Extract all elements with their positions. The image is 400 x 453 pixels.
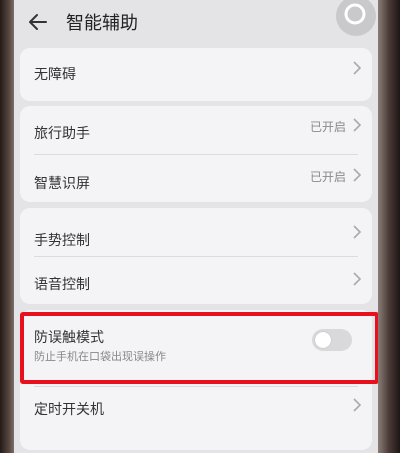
header: 智能辅助 [14,0,380,46]
highlight-box [20,312,379,384]
card-assist: 旅行助手 已开启 智慧识屏 已开启 [20,106,372,202]
item-status: 已开启 [309,120,346,134]
chevron-right-icon [353,398,362,412]
item-status: 已开启 [309,170,346,184]
chevron-right-icon [353,225,362,239]
list-item-gesture-control[interactable]: 手势控制 [20,208,372,256]
back-arrow-icon[interactable] [26,10,50,34]
item-label: 智慧识屏 [34,176,90,192]
chevron-right-icon [353,272,362,286]
chevron-right-icon [353,168,362,182]
list-item-scheduled-power[interactable]: 定时开关机 [20,386,372,434]
list-item-smart-screen[interactable]: 智慧识屏 已开启 [20,154,372,202]
device-bezel-right [378,0,400,453]
page-title: 智能辅助 [66,13,138,34]
item-label: 语音控制 [34,277,90,293]
list-item-accessibility[interactable]: 无障碍 [20,48,372,101]
card-accessibility: 无障碍 [20,48,372,101]
item-label: 手势控制 [34,233,90,249]
chevron-right-icon [353,118,362,132]
item-label: 无障碍 [34,67,76,83]
card-controls: 手势控制 语音控制 [20,208,372,304]
item-label: 定时开关机 [34,402,104,418]
chevron-right-icon [353,61,362,75]
list-item-voice-control[interactable]: 语音控制 [20,256,372,304]
search-icon[interactable] [336,0,376,36]
item-label: 旅行助手 [34,126,90,142]
list-item-travel-assistant[interactable]: 旅行助手 已开启 [20,106,372,154]
settings-screen: 智能辅助 无障碍 旅行助手 已开启 智慧识屏 已开启 手势控制 语音控制 防误触… [14,0,380,453]
